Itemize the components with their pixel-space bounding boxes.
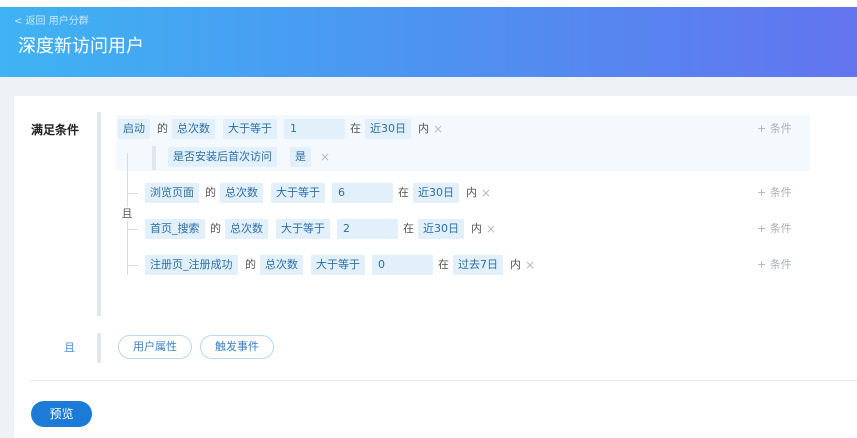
and-label-inner: 且 — [120, 207, 134, 221]
value-input[interactable]: 6 — [332, 183, 393, 203]
tree-branch — [127, 193, 138, 194]
group-bar-bottom — [97, 333, 101, 363]
top-strip — [0, 0, 857, 7]
operator-select[interactable]: 大于等于 — [276, 219, 330, 239]
and-label-outer: 且 — [64, 341, 75, 354]
operator-select[interactable]: 大于等于 — [223, 119, 277, 139]
within-text: 内 — [510, 258, 521, 271]
operator-select[interactable]: 大于等于 — [311, 255, 365, 275]
add-condition-button[interactable]: + 条件 — [757, 119, 792, 139]
time-range-select[interactable]: 近30日 — [365, 119, 411, 139]
metric-select[interactable]: 总次数 — [260, 255, 303, 275]
event-select[interactable]: 浏览页面 — [145, 183, 199, 203]
time-range-select[interactable]: 近30日 — [418, 219, 464, 239]
divider — [30, 380, 857, 381]
page-title: 深度新访问用户 — [18, 36, 144, 57]
metric-select[interactable]: 总次数 — [220, 183, 263, 203]
in-text: 在 — [398, 186, 409, 199]
in-text: 在 — [350, 122, 361, 135]
within-text: 内 — [466, 186, 477, 199]
property-value-select[interactable]: 是 — [290, 147, 311, 167]
remove-condition-icon[interactable]: × — [486, 219, 496, 239]
back-link[interactable]: < 返回 用户分群 — [14, 16, 89, 28]
add-condition-button[interactable]: + 条件 — [757, 255, 792, 275]
section-label: 满足条件 — [31, 123, 80, 137]
time-range-select[interactable]: 近30日 — [413, 183, 459, 203]
event-select[interactable]: 注册页_注册成功 — [145, 255, 238, 275]
time-range-select[interactable]: 过去7日 — [453, 255, 503, 275]
tree-branch — [127, 265, 138, 266]
value-input[interactable]: 1 — [284, 119, 345, 139]
remove-condition-icon[interactable]: × — [525, 255, 535, 275]
preview-button[interactable]: 预览 — [31, 401, 92, 427]
remove-condition-icon[interactable]: × — [481, 183, 491, 203]
metric-select[interactable]: 总次数 — [172, 119, 215, 139]
sub-condition-bar — [152, 146, 156, 170]
add-condition-button[interactable]: + 条件 — [757, 219, 792, 239]
of-text: 的 — [245, 258, 256, 271]
event-select[interactable]: 首页_搜索 — [145, 219, 205, 239]
in-text: 在 — [403, 222, 414, 235]
within-text: 内 — [471, 222, 482, 235]
add-user-attribute-button[interactable]: 用户属性 — [118, 335, 192, 359]
add-trigger-event-button[interactable]: 触发事件 — [200, 335, 274, 359]
page-header: < 返回 用户分群 深度新访问用户 — [0, 7, 857, 77]
remove-condition-icon[interactable]: × — [433, 119, 443, 139]
within-text: 内 — [418, 122, 429, 135]
of-text: 的 — [210, 222, 221, 235]
value-input[interactable]: 2 — [337, 219, 398, 239]
of-text: 的 — [205, 186, 216, 199]
of-text: 的 — [157, 122, 168, 135]
property-select[interactable]: 是否安装后首次访问 — [168, 147, 277, 167]
event-select[interactable]: 启动 — [118, 119, 150, 139]
in-text: 在 — [438, 258, 449, 271]
value-input[interactable]: 0 — [372, 255, 433, 275]
remove-sub-condition-icon[interactable]: × — [320, 147, 330, 167]
group-bar — [97, 112, 101, 316]
metric-select[interactable]: 总次数 — [225, 219, 268, 239]
tree-branch — [127, 229, 138, 230]
operator-select[interactable]: 大于等于 — [271, 183, 325, 203]
add-condition-button[interactable]: + 条件 — [757, 183, 792, 203]
